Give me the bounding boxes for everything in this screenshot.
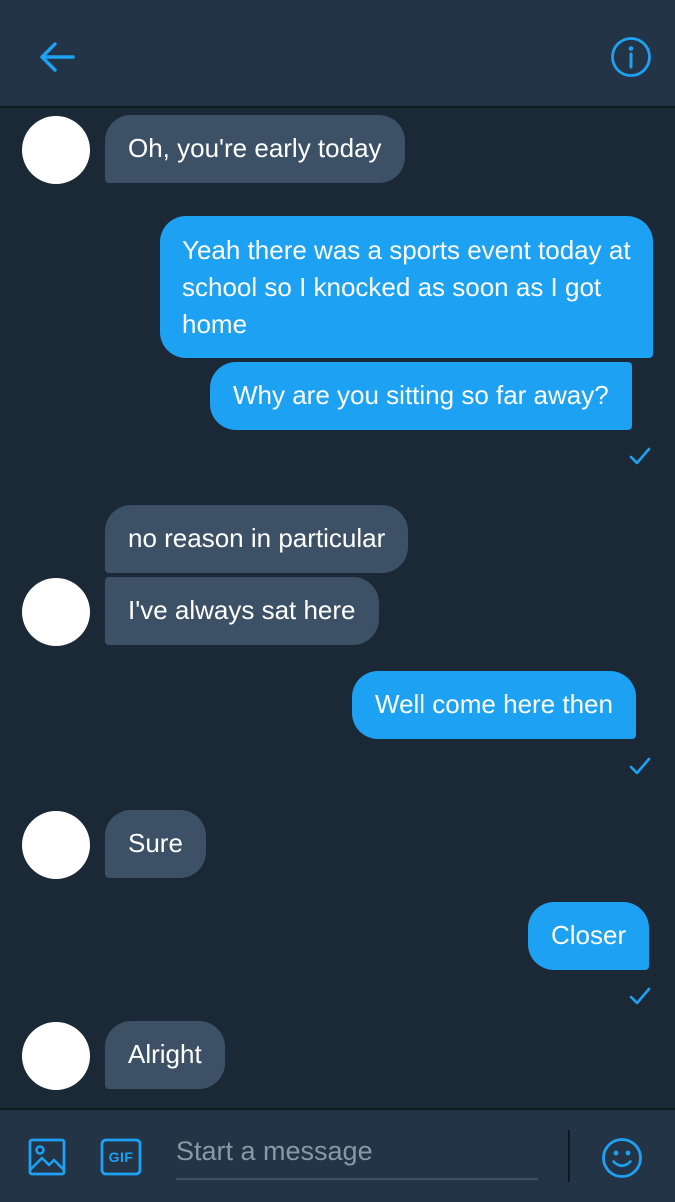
message-input[interactable]: [176, 1124, 538, 1180]
avatar[interactable]: [22, 1022, 90, 1090]
message-bubble-incoming[interactable]: no reason in particular: [105, 505, 409, 573]
image-icon: [28, 1138, 66, 1176]
gif-label: GIF: [108, 1149, 134, 1165]
message-bubble-incoming[interactable]: Sure: [105, 810, 206, 878]
avatar[interactable]: [22, 578, 90, 646]
arrow-left-icon: [40, 42, 75, 72]
message-thread[interactable]: Oh, you're early today Yeah there was a …: [0, 108, 675, 1108]
sent-check-icon: [629, 757, 651, 775]
add-image-button[interactable]: [22, 1132, 72, 1182]
info-button[interactable]: [604, 30, 658, 84]
add-gif-button[interactable]: GIF: [98, 1134, 144, 1180]
message-bubble-incoming[interactable]: I've always sat here: [105, 577, 379, 645]
emoji-button[interactable]: [598, 1134, 646, 1182]
back-button[interactable]: [30, 30, 84, 84]
avatar[interactable]: [22, 116, 90, 184]
message-bubble-incoming[interactable]: Alright: [105, 1021, 225, 1089]
info-circle-icon: [611, 37, 651, 77]
avatar[interactable]: [22, 811, 90, 879]
message-bubble-incoming[interactable]: Oh, you're early today: [105, 115, 405, 183]
composer-divider: [568, 1130, 570, 1182]
message-bubble-outgoing[interactable]: Closer: [528, 902, 650, 970]
message-bubble-outgoing[interactable]: Yeah there was a sports event today at s…: [160, 216, 653, 358]
message-bubble-outgoing[interactable]: Well come here then: [352, 671, 636, 739]
sent-check-icon: [629, 987, 651, 1005]
message-bubble-outgoing[interactable]: Why are you sitting so far away?: [210, 362, 632, 430]
sent-check-icon: [629, 447, 651, 465]
message-composer: GIF: [0, 1108, 675, 1202]
conversation-header: [0, 0, 675, 108]
emoji-icon: [602, 1138, 642, 1178]
